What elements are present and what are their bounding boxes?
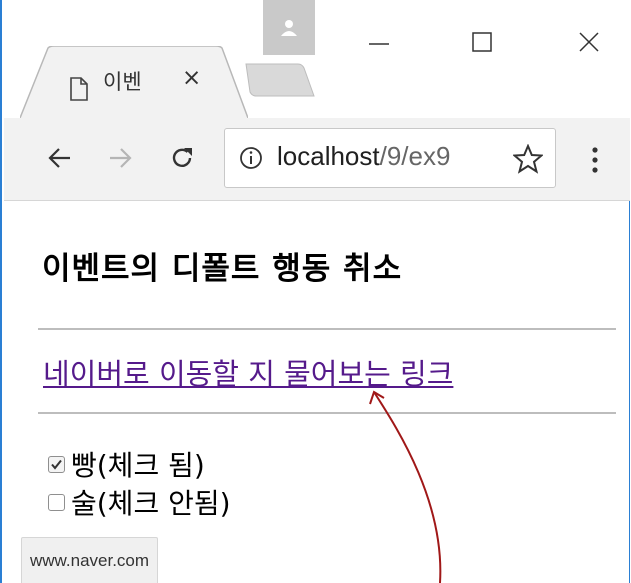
checkbox-row-bread[interactable]: 빵(체크 됨) bbox=[48, 444, 205, 484]
browser-toolbar: localhost/9/ex9 bbox=[4, 118, 630, 201]
page-title: 이벤트의 디폴트 행동 취소 bbox=[42, 251, 403, 287]
bookmark-star-icon[interactable] bbox=[513, 144, 543, 174]
minimize-icon bbox=[369, 43, 389, 45]
info-icon[interactable] bbox=[239, 146, 263, 170]
forward-button[interactable] bbox=[98, 136, 142, 180]
maximize-button[interactable] bbox=[462, 24, 502, 60]
browser-window: 이벤 × localhost/9/ex9 이벤트의 디폴트 행동 취소 네이버로… bbox=[0, 0, 630, 583]
close-icon bbox=[579, 32, 599, 52]
url-text[interactable]: localhost/9/ex9 bbox=[277, 141, 507, 172]
reload-button[interactable] bbox=[160, 136, 204, 180]
url-host: localhost bbox=[277, 141, 380, 171]
arrow-right-icon bbox=[110, 148, 132, 168]
address-bar[interactable]: localhost/9/ex9 bbox=[224, 128, 556, 188]
person-icon bbox=[281, 19, 297, 36]
tab-title: 이벤 bbox=[103, 70, 142, 94]
naver-link[interactable]: 네이버로 이동할 지 물어보는 링크 bbox=[43, 351, 453, 393]
bread-checkbox-label: 빵(체크 됨) bbox=[71, 449, 205, 482]
bread-checkbox[interactable] bbox=[48, 455, 65, 473]
page-icon bbox=[70, 77, 88, 101]
alcohol-checkbox[interactable] bbox=[48, 493, 65, 511]
tab-strip: 이벤 × bbox=[4, 0, 630, 118]
divider-top bbox=[38, 328, 616, 330]
checkmark-icon bbox=[51, 459, 62, 470]
more-vertical-icon[interactable] bbox=[580, 130, 610, 190]
reload-icon bbox=[172, 148, 192, 167]
profile-avatar[interactable] bbox=[263, 0, 315, 55]
tab-close-button[interactable]: × bbox=[182, 65, 201, 91]
maximize-icon bbox=[472, 32, 492, 52]
minimize-button[interactable] bbox=[359, 24, 399, 60]
new-tab-button[interactable] bbox=[232, 60, 318, 100]
divider-bottom bbox=[38, 412, 616, 414]
arrow-left-icon bbox=[48, 148, 70, 168]
url-path: /9/ex9 bbox=[379, 141, 451, 171]
status-bar: www.naver.com bbox=[21, 537, 159, 583]
page-content: 이벤트의 디폴트 행동 취소 네이버로 이동할 지 물어보는 링크 빵(체크 됨… bbox=[4, 201, 630, 583]
back-button[interactable] bbox=[38, 136, 82, 180]
close-window-button[interactable] bbox=[569, 24, 609, 60]
checkbox-row-alcohol[interactable]: 술(체크 안됨) bbox=[48, 482, 231, 522]
alcohol-checkbox-label: 술(체크 안됨) bbox=[71, 487, 231, 520]
